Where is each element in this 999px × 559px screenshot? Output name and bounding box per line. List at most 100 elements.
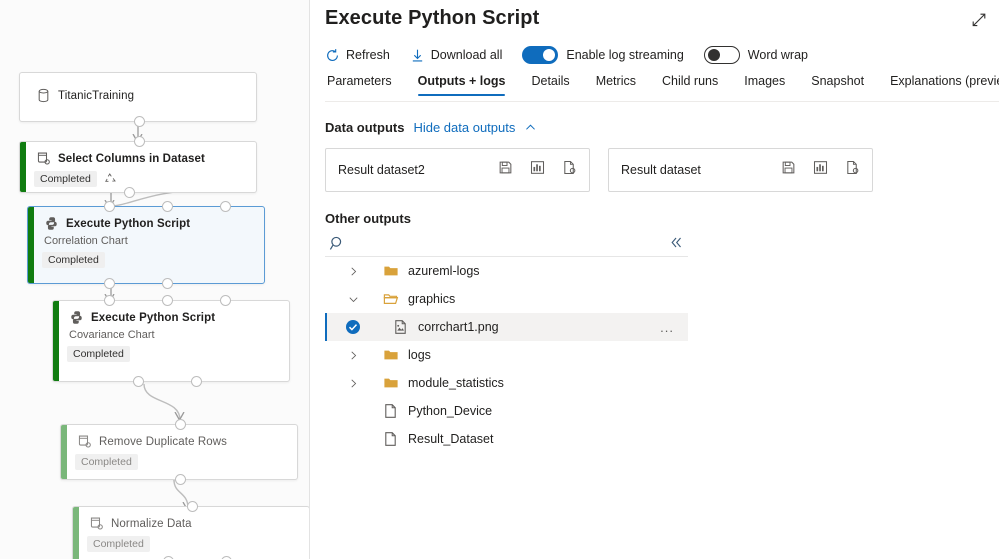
tab-strip: Parameters Outputs + logs Details Metric… <box>325 72 999 102</box>
file-name: azureml-logs <box>408 264 480 278</box>
double-chevron-left-icon[interactable] <box>669 235 684 250</box>
file-row-graphics[interactable]: graphics <box>325 285 688 313</box>
node-output-port[interactable] <box>191 376 202 387</box>
expand-diagonal-icon[interactable] <box>971 12 987 28</box>
node-title: Execute Python Script <box>66 217 191 230</box>
tab-explanations-preview[interactable]: Explanations (preview) <box>877 72 999 96</box>
file-row-azureml-logs[interactable]: azureml-logs <box>325 257 688 285</box>
refresh-label: Refresh <box>346 48 390 62</box>
node-input-port[interactable] <box>187 501 198 512</box>
graph-edge-curve <box>143 383 181 421</box>
graph-node-select-columns-in-dataset[interactable]: Select Columns in Dataset Completed <box>19 136 257 198</box>
save-icon[interactable] <box>781 160 796 180</box>
node-status-badge: Completed <box>87 536 150 552</box>
chevron-up-icon[interactable] <box>524 121 537 134</box>
graph-node-execute-python-script-correlation[interactable]: Execute Python Script Correlation Chart … <box>27 201 265 289</box>
node-input-port[interactable] <box>104 295 115 306</box>
node-input-port[interactable] <box>162 295 173 306</box>
node-input-port[interactable] <box>133 136 145 147</box>
node-status-badge: Completed <box>34 171 97 187</box>
word-wrap-toggle-group[interactable]: Word wrap <box>703 46 808 64</box>
data-output-card-result-dataset2[interactable]: Result dataset2 <box>325 148 590 192</box>
file-name: module_statistics <box>408 376 504 390</box>
node-status-bar <box>61 425 67 479</box>
tab-child-runs[interactable]: Child runs <box>649 72 731 96</box>
chevron-right-icon[interactable] <box>345 378 361 389</box>
command-bar: Refresh Download all Enable log streamin… <box>325 43 828 67</box>
hide-data-outputs-link[interactable]: Hide data outputs <box>413 120 515 135</box>
file-row-module-statistics[interactable]: module_statistics <box>325 369 688 397</box>
graph-node-execute-python-script-covariance[interactable]: Execute Python Script Covariance Chart C… <box>52 295 290 387</box>
file-icon <box>383 431 399 447</box>
tab-parameters[interactable]: Parameters <box>325 72 405 96</box>
reuse-recycle-icon <box>104 172 116 182</box>
graph-node-normalize-data[interactable]: Normalize Data Completed <box>72 501 309 559</box>
selected-check-icon <box>345 319 361 335</box>
tab-details[interactable]: Details <box>518 72 582 96</box>
node-title: TitanicTraining <box>58 89 135 102</box>
data-outputs-header: Data outputs Hide data outputs <box>325 120 537 135</box>
tab-snapshot[interactable]: Snapshot <box>798 72 877 96</box>
other-outputs-heading: Other outputs <box>325 211 411 226</box>
file-row-python-device[interactable]: Python_Device <box>325 397 688 425</box>
file-row-result-dataset[interactable]: Result_Dataset <box>325 425 688 453</box>
image-file-icon <box>393 319 409 335</box>
refresh-button[interactable]: Refresh <box>325 48 390 63</box>
enable-log-streaming-toggle[interactable] <box>522 46 559 64</box>
node-output-port[interactable] <box>175 474 186 485</box>
tab-metrics[interactable]: Metrics <box>583 72 649 96</box>
node-title: Remove Duplicate Rows <box>99 435 228 448</box>
graph-node-remove-duplicate-rows[interactable]: Remove Duplicate Rows Completed <box>60 419 298 485</box>
node-header: TitanicTraining <box>20 73 256 103</box>
download-all-button[interactable]: Download all <box>410 48 502 63</box>
node-output-port[interactable] <box>133 376 144 387</box>
visualize-chart-icon[interactable] <box>530 160 545 180</box>
node-input-port[interactable] <box>220 295 231 306</box>
node-status-row: Completed <box>73 531 309 559</box>
chevron-right-icon[interactable] <box>345 350 361 361</box>
chevron-right-icon[interactable] <box>345 266 361 277</box>
tab-outputs-logs[interactable]: Outputs + logs <box>405 72 519 96</box>
graph-node-titanictraining[interactable]: TitanicTraining <box>19 72 257 127</box>
node-input-port[interactable] <box>162 201 173 212</box>
tab-images[interactable]: Images <box>731 72 798 96</box>
python-icon <box>46 217 57 230</box>
file-search-input[interactable] <box>353 235 688 251</box>
file-name: Python_Device <box>408 404 493 418</box>
word-wrap-toggle[interactable] <box>703 46 740 64</box>
file-row-logs[interactable]: logs <box>325 341 688 369</box>
node-input-port[interactable] <box>175 419 186 430</box>
folder-open-icon <box>383 291 399 307</box>
node-output-port[interactable] <box>104 278 115 289</box>
node-status-row: Completed <box>53 341 289 370</box>
pipeline-graph-pane[interactable]: TitanicTraining Select Columns in Datase… <box>0 0 310 559</box>
register-dataset-icon[interactable] <box>845 160 860 180</box>
page-title: Execute Python Script <box>325 7 540 29</box>
data-output-card-result-dataset[interactable]: Result dataset <box>608 148 873 192</box>
file-name: logs <box>408 348 431 362</box>
visualize-chart-icon[interactable] <box>813 160 828 180</box>
log-streaming-toggle-group[interactable]: Enable log streaming <box>522 46 684 64</box>
register-dataset-icon[interactable] <box>562 160 577 180</box>
file-row-corrchart1-png[interactable]: corrchart1.png ... <box>325 313 688 341</box>
node-output-port[interactable] <box>133 116 145 127</box>
save-icon[interactable] <box>498 160 513 180</box>
node-output-port[interactable] <box>124 187 135 198</box>
module-icon <box>90 517 103 530</box>
node-input-port[interactable] <box>220 201 231 212</box>
file-icon <box>383 403 399 419</box>
dataset-icon <box>38 88 49 103</box>
tab-underline <box>325 101 999 102</box>
node-status-row: Completed <box>20 166 256 195</box>
data-output-name: Result dataset2 <box>338 163 425 177</box>
module-icon <box>78 435 91 448</box>
chevron-down-icon[interactable] <box>345 294 361 305</box>
node-status-bar <box>28 207 34 283</box>
node-output-port[interactable] <box>162 278 173 289</box>
folder-icon <box>383 375 399 391</box>
file-overflow-menu-icon[interactable]: ... <box>660 320 674 335</box>
file-browser: azureml-logs graphics corrchart1.png ...… <box>325 230 688 559</box>
node-title: Select Columns in Dataset <box>58 152 205 165</box>
node-input-port[interactable] <box>104 201 115 212</box>
node-title: Execute Python Script <box>91 311 216 324</box>
